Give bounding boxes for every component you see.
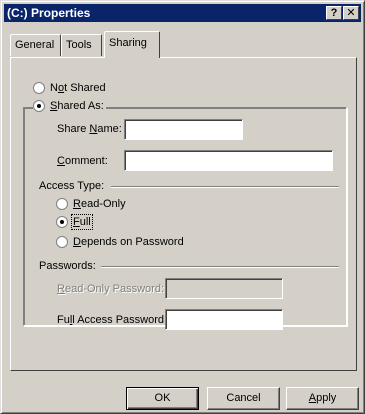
passwords-label: Passwords: (39, 260, 98, 272)
comment-input[interactable] (124, 150, 333, 171)
not-shared-label: Not Shared (50, 82, 106, 94)
tab-tools-label: Tools (66, 39, 92, 51)
help-button[interactable]: ? (326, 6, 342, 20)
shared-as-radio-circle[interactable] (33, 100, 45, 112)
full-access-password-input[interactable] (165, 309, 283, 330)
full-access-password-label: Full Access Password: (57, 314, 168, 326)
comment-label: Comment: (57, 155, 108, 167)
full-access-radio-circle[interactable] (56, 216, 68, 228)
share-name-label: Share Name: (57, 123, 122, 135)
properties-dialog: (C:) Properties ? ✕ General Tools Sharin… (0, 0, 365, 414)
depends-on-password-radio-circle[interactable] (56, 236, 68, 248)
shared-as-label: Shared As: (50, 100, 104, 112)
read-only-password-label: Read-Only Password: (57, 283, 164, 295)
apply-button[interactable]: Apply (286, 387, 359, 410)
shared-as-radio[interactable]: Shared As: (33, 100, 106, 112)
sharing-panel: Not Shared Shared As: Share Name: Commen… (10, 57, 357, 371)
read-only-radio-circle[interactable] (56, 198, 68, 210)
tab-tools[interactable]: Tools (61, 34, 102, 56)
depends-on-password-radio[interactable]: Depends on Password (56, 236, 184, 248)
ok-button[interactable]: OK (126, 387, 199, 410)
tab-general[interactable]: General (10, 34, 61, 56)
tab-general-label: General (15, 39, 55, 51)
full-access-radio[interactable]: Full (56, 214, 93, 230)
read-only-label: Read-Only (73, 198, 126, 210)
passwords-divider (101, 266, 339, 268)
cancel-button[interactable]: Cancel (207, 387, 280, 410)
depends-on-password-label: Depends on Password (73, 236, 184, 248)
not-shared-radio[interactable]: Not Shared (33, 82, 106, 94)
access-type-label: Access Type: (39, 180, 107, 192)
title-bar[interactable]: (C:) Properties ? ✕ (4, 4, 361, 22)
read-only-password-input (165, 278, 283, 299)
tab-sharing-label: Sharing (109, 37, 147, 49)
not-shared-radio-circle[interactable] (33, 82, 45, 94)
share-name-input[interactable] (124, 119, 243, 140)
access-type-divider (111, 186, 339, 188)
close-button[interactable]: ✕ (343, 6, 359, 20)
window-title: (C:) Properties (7, 6, 91, 20)
read-only-radio[interactable]: Read-Only (56, 198, 126, 210)
tab-sharing[interactable]: Sharing (104, 31, 160, 58)
full-access-label: Full (71, 214, 93, 230)
